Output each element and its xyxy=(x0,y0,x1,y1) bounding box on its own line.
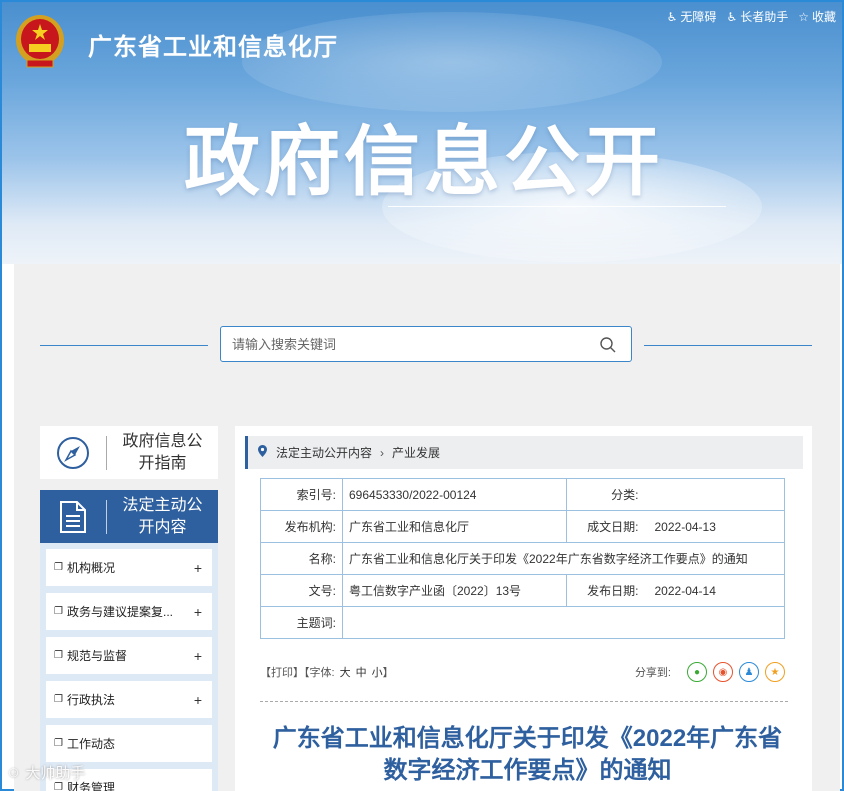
font-large-button[interactable]: 大 xyxy=(340,667,351,679)
font-close-bracket: 】 xyxy=(382,667,394,679)
accessibility-link[interactable]: ♿ 无障碍 xyxy=(667,8,717,25)
page-icon: ❐ xyxy=(54,782,63,791)
sidebar-item-label: 工作动态 xyxy=(67,737,116,751)
publisher-value: 广东省工业和信息化厅 xyxy=(342,510,567,543)
qzone-star-icon[interactable]: ★ xyxy=(765,662,785,682)
dashed-divider xyxy=(260,701,788,702)
main-panel: 法定主动公开内容 › 产业发展 索引号: 696453330/2022-0012… xyxy=(235,426,812,791)
elder-helper-link[interactable]: ♿ 长者助手 xyxy=(726,8,788,25)
expand-icon[interactable]: + xyxy=(194,648,202,664)
favorite-label: 收藏 xyxy=(811,10,836,24)
doc-number-value: 粤工信数字产业函〔2022〕13号 xyxy=(342,574,567,607)
publisher-label: 发布机构: xyxy=(260,510,343,543)
font-medium-button[interactable]: 中 xyxy=(356,667,367,679)
watermark-text: 大帅助手 xyxy=(25,765,86,782)
site-name[interactable]: 广东省工业和信息化厅 xyxy=(88,27,338,62)
index-value: 696453330/2022-00124 xyxy=(342,478,567,511)
expand-icon[interactable]: + xyxy=(194,604,202,620)
sidebar-item-proposals[interactable]: ❐ 政务与建议提案复... + xyxy=(46,593,212,630)
elder-helper-label: 长者助手 xyxy=(740,10,789,24)
font-controls: 【打印】【字体: 大中小】 xyxy=(260,664,394,680)
subject-label: 主题词: xyxy=(260,606,343,639)
breadcrumb-level2[interactable]: 产业发展 xyxy=(392,444,440,461)
active-label-text: 法定主动公开内容 xyxy=(122,496,203,536)
sidebar-item-label: 机构概况 xyxy=(67,561,116,575)
watermark-logo-icon: ☺ xyxy=(6,764,22,781)
compass-icon xyxy=(57,436,89,469)
accessibility-icon: ♿ xyxy=(666,9,678,24)
guide-label: 政府信息公开指南 xyxy=(107,431,218,475)
sidebar-item-regulation[interactable]: ❐ 规范与监督 + xyxy=(46,637,212,674)
banner-title: 政府信息公开 xyxy=(184,120,664,205)
search-divider-right xyxy=(644,345,812,346)
breadcrumb: 法定主动公开内容 › 产业发展 xyxy=(245,436,803,469)
font-size-label: 【字体: xyxy=(304,667,335,679)
page-icon: ❐ xyxy=(54,650,63,661)
category-label: 分类: xyxy=(566,478,655,511)
search-divider-left xyxy=(40,345,208,346)
sidebar-guide[interactable]: 政府信息公开指南 xyxy=(40,426,218,479)
chevron-right-icon: › xyxy=(380,445,385,460)
sidebar-item-label: 政务与建议提案复... xyxy=(67,605,174,619)
sidebar-item-enforcement[interactable]: ❐ 行政执法 + xyxy=(46,681,212,718)
page-icon: ❐ xyxy=(54,738,63,749)
active-separator xyxy=(106,499,107,534)
publish-date-value: 2022-04-14 xyxy=(654,574,785,607)
wechat-icon[interactable]: ● xyxy=(687,662,707,682)
breadcrumb-level1[interactable]: 法定主动公开内容 xyxy=(276,444,372,461)
sidebar-item-label: 财务管理 xyxy=(67,781,116,791)
name-label: 名称: xyxy=(260,542,343,575)
search-box xyxy=(220,326,632,362)
publish-date-label: 发布日期: xyxy=(566,574,655,607)
elder-helper-icon: ♿ xyxy=(726,9,738,24)
page-icon: ❐ xyxy=(54,694,63,705)
search-input[interactable] xyxy=(221,327,581,361)
print-button[interactable]: 【打印】 xyxy=(260,667,304,679)
document-icon xyxy=(60,500,86,533)
name-value: 广东省工业和信息化厅关于印发《2022年广东省数字经济工作要点》的通知 xyxy=(342,542,785,575)
sidebar-item-label: 规范与监督 xyxy=(67,649,128,663)
article-title: 广东省工业和信息化厅关于印发《2022年广东省 数字经济工作要点》的通知 xyxy=(255,723,800,787)
expand-icon[interactable]: + xyxy=(194,692,202,708)
article-title-line2: 数字经济工作要点》的通知 xyxy=(383,757,672,784)
document-meta-table: 索引号: 696453330/2022-00124 分类: 发布机构: 广东省工… xyxy=(260,478,785,639)
page-icon: ❐ xyxy=(54,606,63,617)
sidebar-item-label: 行政执法 xyxy=(67,693,116,707)
top-links: ♿ 无障碍 ♿ 长者助手 ☆ 收藏 xyxy=(667,8,836,25)
search-icon[interactable] xyxy=(599,336,617,354)
accessibility-label: 无障碍 xyxy=(680,10,717,24)
created-date-value: 2022-04-13 xyxy=(654,510,785,543)
font-small-button[interactable]: 小 xyxy=(372,667,383,679)
weibo-icon[interactable]: ◉ xyxy=(713,662,733,682)
sidebar-item-org[interactable]: ❐ 机构概况 + xyxy=(46,549,212,586)
page-icon: ❐ xyxy=(54,562,63,573)
national-emblem-icon xyxy=(16,15,64,68)
star-icon: ☆ xyxy=(798,9,809,24)
watermark: ☺ 大帅助手 xyxy=(6,762,85,783)
active-label: 法定主动公开内容 xyxy=(107,495,218,539)
category-value xyxy=(654,478,785,511)
qq-icon[interactable]: ♟ xyxy=(739,662,759,682)
expand-icon[interactable]: + xyxy=(194,560,202,576)
share-label: 分享到: xyxy=(634,667,671,679)
created-date-label: 成文日期: xyxy=(566,510,655,543)
subject-value xyxy=(342,606,785,639)
index-label: 索引号: xyxy=(260,478,343,511)
sidebar-list: ❐ 机构概况 + ❐ 政务与建议提案复... + ❐ 规范与监督 + ❐ 行政执… xyxy=(40,543,218,791)
article-title-line1: 广东省工业和信息化厅关于印发《2022年广东省 xyxy=(272,725,783,752)
share-bar: 分享到: ● ◉ ♟ ★ xyxy=(635,662,785,682)
sidebar-active-item[interactable]: 法定主动公开内容 xyxy=(40,490,218,543)
banner-divider xyxy=(388,206,726,207)
article-toolbar: 【打印】【字体: 大中小】 分享到: ● ◉ ♟ ★ xyxy=(260,662,785,682)
favorite-link[interactable]: ☆ 收藏 xyxy=(798,8,836,25)
header-banner: 广东省工业和信息化厅 ♿ 无障碍 ♿ 长者助手 ☆ 收藏 政府信息公开 xyxy=(2,2,842,264)
sidebar-item-news[interactable]: ❐ 工作动态 xyxy=(46,725,212,762)
guide-label-text: 政府信息公开指南 xyxy=(122,432,203,472)
location-pin-icon xyxy=(258,445,267,460)
doc-number-label: 文号: xyxy=(260,574,343,607)
